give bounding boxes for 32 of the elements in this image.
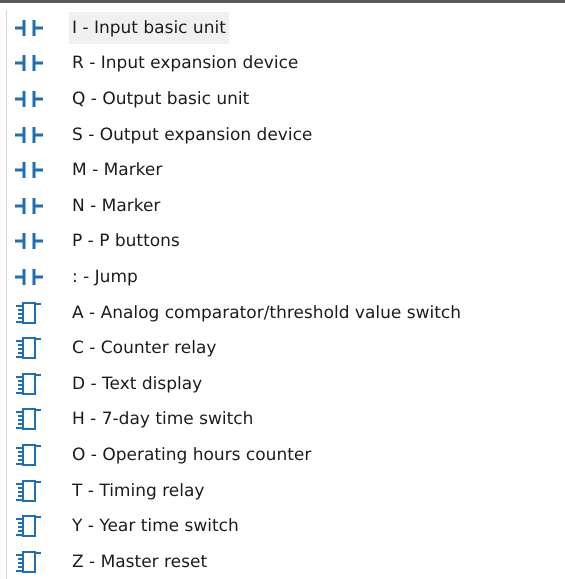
function-block-icon (14, 514, 44, 538)
list-item[interactable]: T - Timing relay (69, 474, 208, 507)
list-item[interactable]: H - 7-day time switch (69, 403, 256, 436)
contact-icon (14, 160, 44, 180)
function-block-icon (14, 442, 44, 467)
contact-icon (14, 88, 44, 109)
list-item[interactable]: Q - Output basic unit (69, 82, 252, 115)
list-item[interactable]: O - Operating hours counter (69, 438, 314, 471)
function-block-icon (14, 372, 44, 396)
list-item[interactable]: Z - Master reset (69, 546, 210, 578)
contact-icon (14, 231, 44, 252)
function-block-icon (14, 336, 44, 360)
contact-icon (14, 53, 44, 74)
function-block-icon (14, 478, 44, 503)
contact-icon (14, 266, 44, 287)
list-item[interactable]: M - Marker (69, 154, 166, 186)
contact-icon (14, 18, 44, 38)
function-block-icon (14, 550, 44, 574)
function-block-icon (14, 407, 44, 432)
list-item[interactable]: P - P buttons (69, 225, 183, 258)
list-item[interactable]: R - Input expansion device (69, 47, 302, 80)
list-item[interactable]: D - Text display (69, 368, 206, 400)
list-item[interactable]: A - Analog comparator/threshold value switch (69, 296, 464, 329)
list-item[interactable]: : - Jump (69, 260, 141, 293)
list-item[interactable]: N - Marker (69, 190, 164, 222)
function-block-icon (14, 300, 44, 325)
list-item[interactable]: C - Counter relay (69, 332, 220, 364)
list-item[interactable]: I - Input basic unit (69, 12, 229, 44)
list-item[interactable]: S - Output expansion device (69, 118, 316, 151)
contact-icon (14, 196, 44, 216)
list-item[interactable]: Y - Year time switch (69, 510, 242, 542)
contact-icon (14, 124, 44, 145)
